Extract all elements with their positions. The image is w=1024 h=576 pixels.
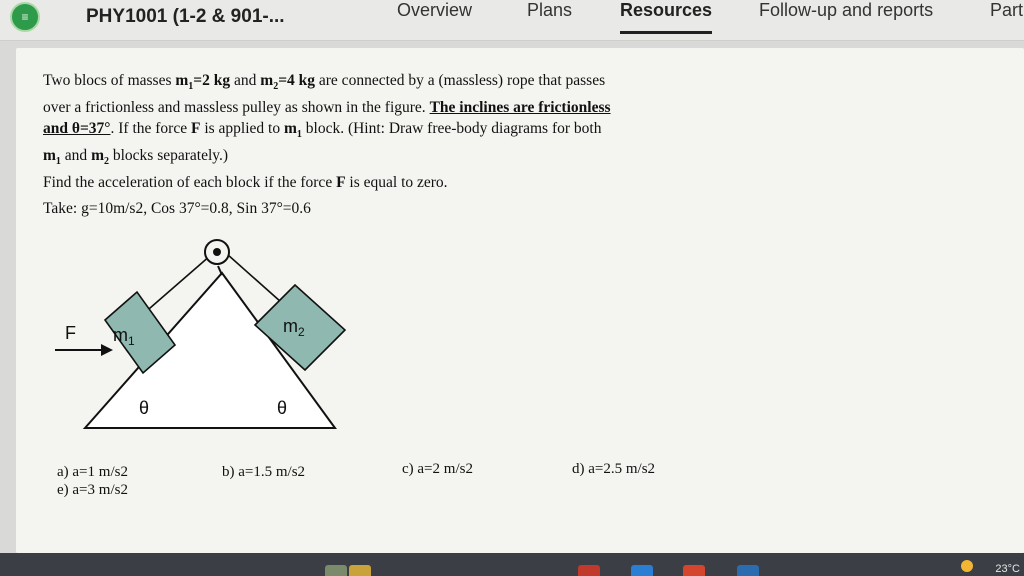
tab-part[interactable]: Part bbox=[990, 0, 1023, 21]
frictionless-note: The inclines are frictionless bbox=[429, 99, 611, 117]
taskbar-app-icon[interactable] bbox=[349, 565, 371, 576]
question-line-5: Find the acceleration of each block if t… bbox=[43, 172, 723, 193]
mass-1-symbol: m bbox=[283, 120, 297, 138]
figure-drawing: F m1 m2 θ θ bbox=[55, 239, 347, 429]
tab-plans[interactable]: Plans bbox=[527, 0, 572, 21]
course-title[interactable]: PHY1001 (1-2 & 901-... bbox=[86, 6, 285, 28]
taskbar-app-icon[interactable] bbox=[631, 565, 653, 576]
pulley-axle bbox=[213, 248, 221, 256]
question-text-segment: Two blocs of masses bbox=[43, 72, 176, 89]
question-text-segment: . If the force bbox=[110, 120, 191, 138]
question-text-segment: are connected by a (massless) rope that … bbox=[315, 72, 606, 89]
question-text: Two blocs of masses m1=2 kg and m2=4 kg … bbox=[43, 70, 723, 193]
given-values: Take: g=10m/s2, Cos 37°=0.8, Sin 37°=0.6 bbox=[43, 200, 311, 217]
weather-temperature: 23°C bbox=[995, 563, 1020, 575]
mass-2-symbol: m bbox=[91, 147, 104, 165]
mass-1-symbol: m bbox=[175, 72, 189, 89]
taskbar-app-icon[interactable] bbox=[325, 565, 347, 576]
force-arrowhead-icon bbox=[101, 344, 113, 356]
mass-2-value: =4 kg bbox=[278, 72, 316, 89]
answer-option-b[interactable]: b) a=1.5 m/s2 bbox=[222, 464, 305, 481]
active-tab-indicator bbox=[620, 31, 712, 34]
m1-label-letter: m bbox=[113, 325, 128, 345]
question-text-segment: blocks separately.) bbox=[108, 147, 229, 165]
m2-label-subscript: 2 bbox=[298, 325, 305, 339]
question-text-segment: and bbox=[230, 72, 261, 89]
pulley-support bbox=[217, 265, 223, 276]
m1-label-subscript: 1 bbox=[128, 334, 135, 348]
answer-option-a[interactable]: a) a=1 m/s2 bbox=[57, 464, 128, 481]
mass-1-symbol: m bbox=[43, 147, 56, 165]
force-label: F bbox=[65, 323, 76, 343]
tab-resources[interactable]: Resources bbox=[620, 0, 712, 21]
course-logo-icon[interactable]: ≡ bbox=[10, 2, 40, 32]
taskbar-app-icon[interactable] bbox=[737, 565, 759, 576]
angle-right-label: θ bbox=[277, 398, 287, 418]
incline-pulley-figure: F m1 m2 θ θ bbox=[55, 225, 355, 435]
taskbar-app-icon[interactable] bbox=[683, 565, 705, 576]
question-line-2: over a frictionless and massless pulley … bbox=[43, 97, 723, 118]
m2-label-letter: m bbox=[283, 316, 298, 336]
mass-2-symbol: m bbox=[260, 72, 274, 89]
weather-sun-icon bbox=[961, 560, 973, 572]
question-line-3: and θ=37°. If the force F is applied to … bbox=[43, 118, 723, 145]
question-text-segment: and bbox=[60, 147, 92, 165]
mass-1-value: =2 kg bbox=[193, 72, 231, 89]
tab-overview[interactable]: Overview bbox=[397, 0, 472, 21]
answer-option-c[interactable]: c) a=2 m/s2 bbox=[402, 461, 473, 478]
tab-follow-up-and-reports[interactable]: Follow-up and reports bbox=[759, 0, 933, 21]
question-text-segment: Find the acceleration of each block if t… bbox=[43, 174, 337, 192]
taskbar-app-icon[interactable] bbox=[578, 565, 600, 576]
force-symbol: F bbox=[336, 174, 346, 192]
question-line-1: Two blocs of masses m1=2 kg and m2=4 kg … bbox=[43, 70, 723, 97]
angle-left-label: θ bbox=[139, 398, 149, 418]
answer-option-e[interactable]: e) a=3 m/s2 bbox=[57, 482, 128, 499]
question-text-segment: is applied to bbox=[200, 120, 284, 138]
question-text-segment: is equal to zero. bbox=[345, 174, 448, 192]
question-text-segment: block. (Hint: Draw free-body diagrams fo… bbox=[301, 120, 602, 138]
angle-value: and θ=37° bbox=[43, 120, 111, 138]
question-text-segment: over a frictionless and massless pulley … bbox=[43, 99, 430, 117]
question-line-4: m1 and m2 blocks separately.) bbox=[43, 145, 723, 172]
answer-option-d[interactable]: d) a=2.5 m/s2 bbox=[572, 461, 655, 478]
taskbar bbox=[0, 553, 1024, 576]
top-navigation-bar: ≡ PHY1001 (1-2 & 901-... Overview Plans … bbox=[0, 0, 1024, 41]
